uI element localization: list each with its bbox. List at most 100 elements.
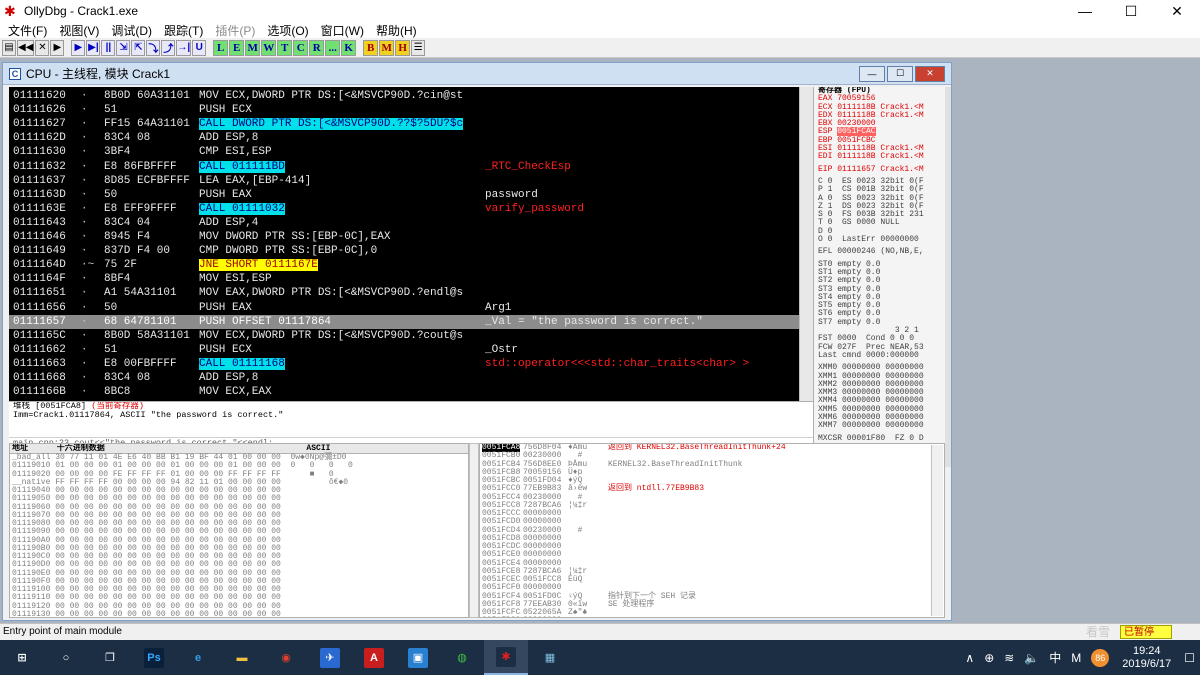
toolbar-window-button[interactable]: M: [245, 39, 261, 56]
toolbar-window-button[interactable]: ...: [325, 39, 341, 56]
registers-scrollbar[interactable]: [945, 87, 951, 467]
disasm-row[interactable]: 01111649 · 837D F4 00 CMP DWORD PTR SS:[EBP…: [9, 244, 799, 258]
stack-row[interactable]: 0051FD0000000000: [482, 616, 561, 617]
toolbar-window-button[interactable]: E: [229, 39, 245, 56]
hex-dump-pane[interactable]: 地址 十六进制数据 ASCII _bad_all 30 77 11 01 4E …: [9, 443, 469, 618]
cpu-close-button[interactable]: ✕: [915, 65, 945, 82]
volume-icon[interactable]: 🔈: [1024, 651, 1039, 665]
taskbar-button[interactable]: e: [176, 640, 220, 675]
taskbar-button[interactable]: ▣: [396, 640, 440, 675]
taskbar-button[interactable]: ⊞: [0, 640, 44, 675]
menu-item[interactable]: 跟踪(T): [158, 22, 209, 39]
disasm-row[interactable]: 01111620 · 8B0D 60A31101 MOV ECX,DWORD PTR …: [9, 89, 799, 103]
toolbar-bp-button[interactable]: M: [379, 39, 395, 56]
disasm-row[interactable]: 01111663 · E8 00FBFFFF CALL 01111168 std::op…: [9, 357, 799, 371]
taskbar-button[interactable]: Ps: [132, 640, 176, 675]
toolbar-debug-button[interactable]: ▶: [71, 39, 86, 56]
toolbar-nav-button[interactable]: ◀◀: [17, 39, 35, 56]
toolbar-list-icon[interactable]: ☰: [411, 39, 426, 56]
taskbar-button[interactable]: ▦: [528, 640, 572, 675]
clock[interactable]: 19:24 2019/6/17: [1122, 645, 1171, 671]
toolbar-window-button[interactable]: L: [213, 39, 229, 56]
disasm-row[interactable]: 01111626 · 51 PUSH ECX: [9, 103, 799, 117]
maximize-button[interactable]: ☐: [1108, 0, 1154, 22]
stack-pane[interactable]: 0051FCA8 756D8F04 ♦Åmu 返回到 KERNEL32.BaseThr…: [479, 443, 945, 618]
toolbar-window-button[interactable]: T: [277, 39, 293, 56]
register-line: EIP 01111657 Crack1.<M: [818, 164, 924, 174]
notification-icon[interactable]: ☐: [1184, 651, 1195, 665]
taskbar-button[interactable]: A: [352, 640, 396, 675]
stack-scrollbar[interactable]: [931, 445, 943, 616]
toolbar-debug-button[interactable]: ⇲: [116, 39, 131, 56]
toolbar-debug-button[interactable]: ⤵: [146, 39, 161, 56]
tray-chevron-icon[interactable]: ∧: [965, 651, 974, 665]
disasm-row[interactable]: 0111165C · 8B0D 58A31101 MOV ECX,DWORD PTR …: [9, 329, 799, 343]
toolbar-window-button[interactable]: R: [309, 39, 325, 56]
disasm-row[interactable]: 01111651 · A1 54A31101 MOV EAX,DWORD PTR DS…: [9, 286, 799, 300]
ime-indicator[interactable]: 中: [1049, 649, 1061, 666]
toolbar-bp-button[interactable]: B: [363, 39, 379, 56]
disassembly-scrollbar[interactable]: [799, 87, 813, 401]
disasm-row[interactable]: 0111163E · E8 EFF9FFFF CALL 01111032 varify_…: [9, 202, 799, 216]
taskbar-button[interactable]: ◉: [264, 640, 308, 675]
menu-item[interactable]: 文件(F): [2, 22, 53, 39]
close-button[interactable]: ✕: [1154, 0, 1200, 22]
menu-item[interactable]: 选项(O): [261, 22, 314, 39]
toolbar-bp-button[interactable]: H: [395, 39, 411, 56]
disasm-row[interactable]: 01111646 · 8945 F4 MOV DWORD PTR SS:[EBP-0C…: [9, 230, 799, 244]
taskbar-button[interactable]: ❐: [88, 640, 132, 675]
disasm-row[interactable]: 01111630 · 3BF4 CMP ESI,ESP: [9, 145, 799, 159]
tray-m-icon[interactable]: M: [1071, 651, 1081, 665]
hex-dump-row[interactable]: 01119130 00 00 00 00 00 00 00 00 00 00 0…: [10, 610, 468, 617]
taskbar-button[interactable]: ▬: [220, 640, 264, 675]
disasm-row[interactable]: 01111632 · E8 86FBFFFF CALL 011111BD _RTC_Ch…: [9, 160, 799, 174]
taskbar-button[interactable]: ✈: [308, 640, 352, 675]
toolbar-debug-button[interactable]: ||: [101, 39, 116, 56]
toolbar-debug-button[interactable]: →|: [176, 39, 192, 56]
menu-item[interactable]: 帮助(H): [370, 22, 423, 39]
taskbar-button[interactable]: ○: [44, 640, 88, 675]
disasm-row[interactable]: 01111627 · FF15 64A31101 CALL DWORD PTR DS:…: [9, 117, 799, 131]
toolbar-nav-button[interactable]: ✕: [35, 39, 50, 56]
menu-item[interactable]: 窗口(W): [315, 22, 370, 39]
wifi-icon[interactable]: ≋: [1004, 651, 1014, 665]
disasm-marker: ·: [81, 315, 88, 328]
toolbar-debug-button[interactable]: ▶|: [86, 39, 101, 56]
toolbar-debug-button[interactable]: ⇱: [131, 39, 146, 56]
minimize-button[interactable]: —: [1062, 0, 1108, 22]
toolbar-window-button[interactable]: W: [261, 39, 277, 56]
toolbar-nav-button[interactable]: ▶: [50, 39, 65, 56]
toolbar-window-button[interactable]: K: [341, 39, 357, 56]
disasm-row[interactable]: 01111643 · 83C4 04 ADD ESP,4: [9, 216, 799, 230]
register-line: EDI 0111118B Crack1.<M: [818, 152, 924, 162]
taskbar-button[interactable]: ✱: [484, 640, 528, 675]
disasm-row[interactable]: 0111166B · 8BC8 MOV ECX,EAX: [9, 385, 799, 399]
register-line: O 0 LastErr 00000000: [818, 235, 919, 245]
disasm-row[interactable]: 01111656 · 50 PUSH EAX Arg1: [9, 301, 799, 315]
disasm-row[interactable]: 01111657 · 68 64781101 PUSH OFFSET 01117864…: [9, 314, 799, 329]
menu-item[interactable]: 视图(V): [53, 22, 105, 39]
toolbar-debug-button[interactable]: U: [192, 39, 207, 56]
tray-badge[interactable]: 86: [1091, 648, 1110, 667]
registers-pane[interactable]: 寄存器 (FPU) EAX 70059156 ECX 0111118B Crack1…: [813, 87, 945, 467]
open-file-icon[interactable]: ▤: [2, 39, 16, 56]
disasm-row[interactable]: 01111668 · 83C4 08 ADD ESP,8: [9, 371, 799, 385]
hex-dump-scrollbar[interactable]: [469, 443, 479, 618]
disasm-row[interactable]: 0111163D · 50 PUSH EAX password: [9, 188, 799, 202]
disasm-hex: 837D F4 00: [104, 245, 171, 258]
disasm-row[interactable]: 01111637 · 8D85 ECFBFFFF LEA EAX,[EBP-414]: [9, 174, 799, 188]
disasm-row[interactable]: 0111164F · 8BF4 MOV ESI,ESP: [9, 272, 799, 286]
menu-item[interactable]: 调试(D): [105, 22, 158, 39]
disassembly-pane[interactable]: 01111620 · 8B0D 60A31101 MOV ECX,DWORD PTR …: [9, 87, 799, 401]
toolbar-window-button[interactable]: C: [293, 39, 309, 56]
taskbar-button[interactable]: ◍: [440, 640, 484, 675]
disasm-hex: A1 54A31101: [104, 287, 177, 300]
cpu-restore-button[interactable]: ☐: [887, 65, 913, 82]
cpu-minimize-button[interactable]: —: [859, 65, 885, 82]
menu-item[interactable]: 插件(P): [209, 22, 261, 39]
toolbar-debug-button[interactable]: ⤴: [161, 39, 176, 56]
disasm-row[interactable]: 0111162D · 83C4 08 ADD ESP,8: [9, 131, 799, 145]
disasm-row[interactable]: 01111662 · 51 PUSH ECX _Ostr: [9, 343, 799, 357]
disasm-row[interactable]: 0111164D ·~ 75 2F JNE SHORT 0111167E: [9, 258, 799, 272]
network-icon[interactable]: ⊕: [984, 651, 994, 665]
